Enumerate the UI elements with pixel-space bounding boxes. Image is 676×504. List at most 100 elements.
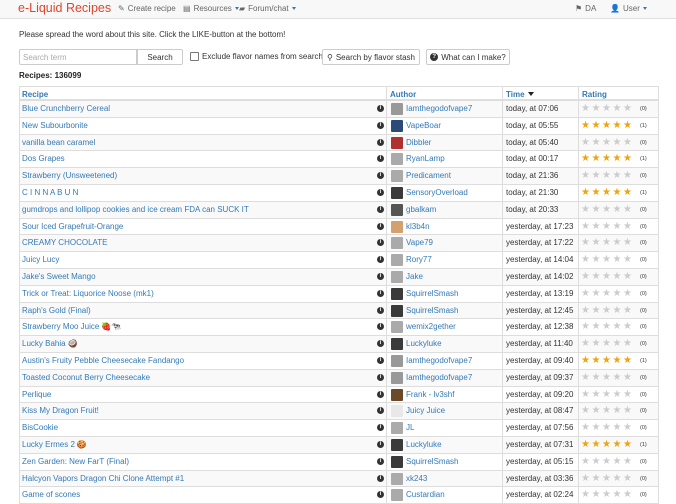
rating-star-icon[interactable]: ★: [623, 321, 634, 333]
rating-star-icon[interactable]: ★: [623, 187, 634, 199]
rating-star-icon[interactable]: ★: [581, 254, 592, 266]
avatar[interactable]: [391, 119, 403, 132]
rating-star-icon[interactable]: ★: [581, 355, 592, 367]
rating-star-icon[interactable]: ★: [623, 254, 634, 266]
avatar[interactable]: [391, 455, 403, 468]
rating-star-icon[interactable]: ★: [613, 338, 624, 350]
rating-star-icon[interactable]: ★: [592, 254, 603, 266]
rating-star-icon[interactable]: ★: [623, 456, 634, 468]
rating-star-icon[interactable]: ★: [592, 120, 603, 132]
rating-star-icon[interactable]: ★: [613, 389, 624, 401]
author-link[interactable]: SquirrelSmash: [406, 289, 458, 298]
search-button[interactable]: Search: [137, 49, 183, 65]
rating-star-icon[interactable]: ★: [613, 170, 624, 182]
rating-star-icon[interactable]: ★: [613, 204, 624, 216]
info-icon[interactable]: i: [377, 323, 384, 331]
recipe-name-link[interactable]: Game of scones: [22, 490, 80, 499]
rating-star-icon[interactable]: ★: [602, 271, 613, 283]
rating-star-icon[interactable]: ★: [592, 389, 603, 401]
info-icon[interactable]: i: [377, 390, 384, 398]
rating-star-icon[interactable]: ★: [602, 170, 613, 182]
recipe-name-link[interactable]: Lucky Ermes 2 🍪: [22, 440, 87, 449]
rating-star-icon[interactable]: ★: [602, 439, 613, 451]
rating-star-icon[interactable]: ★: [613, 271, 624, 283]
rating-star-icon[interactable]: ★: [613, 288, 624, 300]
rating-star-icon[interactable]: ★: [581, 372, 592, 384]
rating-star-icon[interactable]: ★: [581, 473, 592, 485]
rating-star-icon[interactable]: ★: [592, 288, 603, 300]
rating-star-icon[interactable]: ★: [581, 221, 592, 233]
rating-star-icon[interactable]: ★: [581, 405, 592, 417]
column-header-time[interactable]: Time: [506, 90, 534, 99]
info-icon[interactable]: i: [377, 205, 384, 213]
info-icon[interactable]: i: [377, 474, 384, 482]
rating-star-icon[interactable]: ★: [581, 204, 592, 216]
avatar[interactable]: [391, 287, 403, 300]
rating-star-icon[interactable]: ★: [613, 120, 624, 132]
rating-star-icon[interactable]: ★: [592, 153, 603, 165]
author-link[interactable]: xk243: [406, 474, 427, 483]
author-link[interactable]: Iamthegodofvape7: [406, 104, 472, 113]
rating-star-icon[interactable]: ★: [592, 372, 603, 384]
nav-resources[interactable]: ▤ Resources: [183, 4, 239, 13]
info-icon[interactable]: i: [377, 256, 384, 264]
avatar[interactable]: [391, 254, 403, 267]
rating-star-icon[interactable]: ★: [592, 456, 603, 468]
recipe-name-link[interactable]: Dos Grapes: [22, 154, 65, 163]
rating-star-icon[interactable]: ★: [602, 221, 613, 233]
rating-star-icon[interactable]: ★: [592, 422, 603, 434]
info-icon[interactable]: i: [377, 272, 384, 280]
rating-star-icon[interactable]: ★: [602, 321, 613, 333]
rating-star-icon[interactable]: ★: [581, 103, 592, 115]
recipe-name-link[interactable]: Strawberry Moo Juice 🍓🐄: [22, 322, 121, 331]
rating-star-icon[interactable]: ★: [602, 153, 613, 165]
recipe-name-link[interactable]: Perlique: [22, 390, 51, 399]
recipe-name-link[interactable]: Sour Iced Grapefruit-Orange: [22, 222, 123, 231]
author-link[interactable]: Jake: [406, 272, 423, 281]
rating-star-icon[interactable]: ★: [592, 221, 603, 233]
rating-star-icon[interactable]: ★: [581, 120, 592, 132]
rating-star-icon[interactable]: ★: [592, 187, 603, 199]
info-icon[interactable]: i: [377, 457, 384, 465]
author-link[interactable]: Luckyluke: [406, 339, 442, 348]
recipe-name-link[interactable]: Halcyon Vapors Dragon Chi Clone Attempt …: [22, 474, 184, 483]
recipe-name-link[interactable]: Jake's Sweet Mango: [22, 272, 96, 281]
nav-language[interactable]: ⚑ DA: [575, 4, 596, 13]
rating-star-icon[interactable]: ★: [613, 372, 624, 384]
info-icon[interactable]: i: [377, 356, 384, 364]
rating-star-icon[interactable]: ★: [581, 237, 592, 249]
author-link[interactable]: Iamthegodofvape7: [406, 356, 472, 365]
rating-star-icon[interactable]: ★: [623, 120, 634, 132]
rating-star-icon[interactable]: ★: [581, 170, 592, 182]
rating-star-icon[interactable]: ★: [592, 271, 603, 283]
avatar[interactable]: [391, 270, 403, 283]
rating-star-icon[interactable]: ★: [623, 153, 634, 165]
recipe-name-link[interactable]: Strawberry (Unsweetened): [22, 171, 117, 180]
site-brand[interactable]: e-Liquid Recipes: [18, 1, 111, 15]
avatar[interactable]: [391, 388, 403, 401]
author-link[interactable]: SquirrelSmash: [406, 306, 458, 315]
rating-star-icon[interactable]: ★: [623, 405, 634, 417]
author-link[interactable]: VapeBoar: [406, 121, 441, 130]
recipe-name-link[interactable]: CREAMY CHOCOLATE: [22, 238, 108, 247]
info-icon[interactable]: i: [377, 121, 384, 129]
rating-star-icon[interactable]: ★: [592, 473, 603, 485]
rating-star-icon[interactable]: ★: [613, 422, 624, 434]
rating-star-icon[interactable]: ★: [623, 204, 634, 216]
author-link[interactable]: SquirrelSmash: [406, 457, 458, 466]
avatar[interactable]: [391, 103, 403, 115]
rating-star-icon[interactable]: ★: [623, 389, 634, 401]
rating-star-icon[interactable]: ★: [613, 321, 624, 333]
recipe-name-link[interactable]: New Subourbonite: [22, 121, 88, 130]
author-link[interactable]: Vape79: [406, 238, 433, 247]
rating-star-icon[interactable]: ★: [581, 422, 592, 434]
rating-star-icon[interactable]: ★: [581, 271, 592, 283]
author-link[interactable]: kl3b4n: [406, 222, 430, 231]
rating-star-icon[interactable]: ★: [623, 473, 634, 485]
rating-star-icon[interactable]: ★: [581, 439, 592, 451]
info-icon[interactable]: i: [377, 440, 384, 448]
rating-star-icon[interactable]: ★: [613, 103, 624, 115]
info-icon[interactable]: i: [377, 172, 384, 180]
rating-star-icon[interactable]: ★: [602, 405, 613, 417]
rating-star-icon[interactable]: ★: [592, 321, 603, 333]
